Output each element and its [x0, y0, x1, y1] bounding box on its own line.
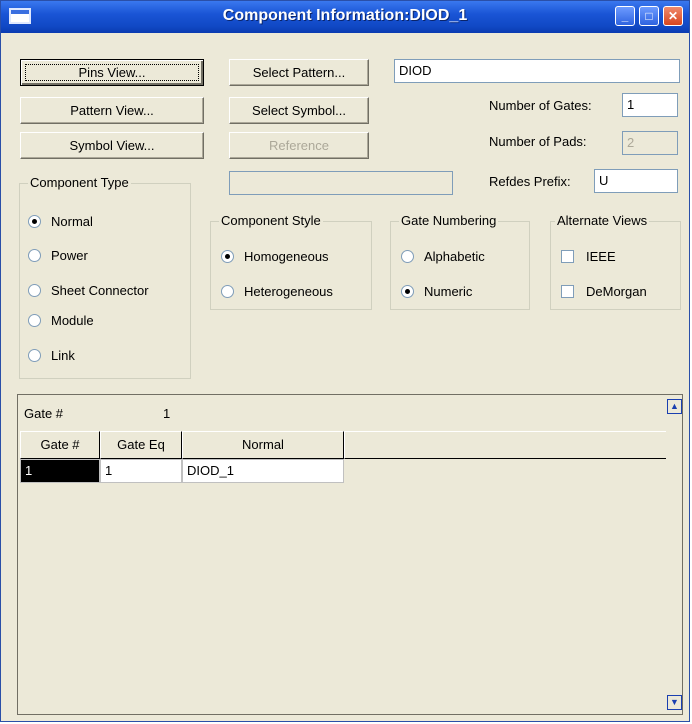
window-title: Component Information:DIOD_1 [222, 7, 468, 24]
radio-selected-icon [221, 250, 234, 263]
radio-link[interactable]: Link [28, 348, 75, 363]
radio-icon [221, 285, 234, 298]
radio-alphabetic[interactable]: Alphabetic [401, 249, 485, 264]
option-label: Heterogeneous [244, 284, 333, 299]
component-name-field[interactable]: DIOD [394, 59, 680, 83]
number-of-gates-field[interactable]: 1 [622, 93, 678, 117]
checkbox-icon [561, 285, 574, 298]
pins-view-button[interactable]: Pins View... [20, 59, 204, 86]
radio-homogeneous[interactable]: Homogeneous [221, 249, 329, 264]
column-header-normal[interactable]: Normal [182, 431, 344, 459]
gate-number-value: 1 [163, 406, 171, 421]
option-label: Power [51, 248, 88, 263]
option-label: DeMorgan [586, 284, 647, 299]
alternate-views-title: Alternate Views [555, 213, 650, 228]
gate-numbering-title: Gate Numbering [399, 213, 499, 228]
pattern-view-button[interactable]: Pattern View... [20, 97, 204, 124]
component-style-title: Component Style [219, 213, 323, 228]
option-label: Link [51, 348, 75, 363]
component-type-title: Component Type [28, 175, 131, 190]
table-cell[interactable]: 1 [20, 459, 100, 483]
symbol-view-button[interactable]: Symbol View... [20, 132, 204, 159]
scroll-up-icon[interactable]: ▲ [667, 399, 682, 414]
radio-icon [28, 249, 41, 262]
option-label: Homogeneous [244, 249, 329, 264]
radio-normal[interactable]: Normal [28, 214, 93, 229]
title-bar[interactable]: Component Information:DIOD_1 _ □ ✕ [1, 1, 689, 33]
checkbox-demorgan[interactable]: DeMorgan [561, 284, 647, 299]
maximize-button[interactable]: □ [639, 6, 659, 26]
radio-icon [401, 250, 414, 263]
checkbox-icon [561, 250, 574, 263]
close-button[interactable]: ✕ [663, 6, 683, 26]
maximize-icon: □ [645, 9, 653, 23]
close-icon: ✕ [667, 9, 679, 23]
radio-numeric[interactable]: Numeric [401, 284, 472, 299]
component-style-group: Component Style Homogeneous Heterogeneou… [210, 213, 372, 310]
select-symbol-button[interactable]: Select Symbol... [229, 97, 369, 124]
component-info-window: Component Information:DIOD_1 _ □ ✕ Pins … [0, 0, 690, 722]
radio-sheet-connector[interactable]: Sheet Connector [28, 283, 149, 298]
gate-number-label: Gate # [24, 406, 64, 421]
radio-icon [28, 284, 41, 297]
option-label: Numeric [424, 284, 473, 299]
vertical-scrollbar[interactable]: ▲ ▼ [667, 395, 682, 714]
option-label: IEEE [586, 249, 616, 264]
column-header-gate-eq[interactable]: Gate Eq [100, 431, 182, 459]
gate-panel: Gate # 1 Gate # Gate Eq Normal 1 1 DIOD_… [17, 394, 683, 715]
number-of-pads-label: Number of Pads: [489, 134, 587, 149]
radio-icon [28, 349, 41, 362]
alternate-views-group: Alternate Views IEEE DeMorgan [550, 213, 681, 310]
number-of-gates-label: Number of Gates: [489, 98, 592, 113]
radio-power[interactable]: Power [28, 248, 88, 263]
column-header-gate[interactable]: Gate # [20, 431, 100, 459]
radio-selected-icon [401, 285, 414, 298]
minimize-icon: _ [621, 9, 629, 23]
table-cell[interactable]: DIOD_1 [182, 459, 344, 483]
option-label: Alphabetic [424, 249, 485, 264]
refdes-prefix-label: Refdes Prefix: [489, 174, 571, 189]
option-label: Normal [51, 214, 93, 229]
radio-selected-icon [28, 215, 41, 228]
reference-button[interactable]: Reference [229, 132, 369, 159]
component-type-group: Component Type Normal Power Sheet Connec… [19, 175, 191, 379]
focus-rect [25, 64, 199, 81]
blank-field [229, 171, 453, 195]
refdes-prefix-field[interactable]: U [594, 169, 678, 193]
number-of-pads-field: 2 [622, 131, 678, 155]
option-label: Sheet Connector [51, 283, 149, 298]
column-header-empty [344, 431, 666, 459]
table-cell[interactable]: 1 [100, 459, 182, 483]
checkbox-ieee[interactable]: IEEE [561, 249, 616, 264]
radio-icon [28, 314, 41, 327]
radio-heterogeneous[interactable]: Heterogeneous [221, 284, 333, 299]
gate-numbering-group: Gate Numbering Alphabetic Numeric [390, 213, 530, 310]
select-pattern-button[interactable]: Select Pattern... [229, 59, 369, 86]
option-label: Module [51, 313, 94, 328]
scroll-down-icon[interactable]: ▼ [667, 695, 682, 710]
minimize-button[interactable]: _ [615, 6, 635, 26]
radio-module[interactable]: Module [28, 313, 94, 328]
